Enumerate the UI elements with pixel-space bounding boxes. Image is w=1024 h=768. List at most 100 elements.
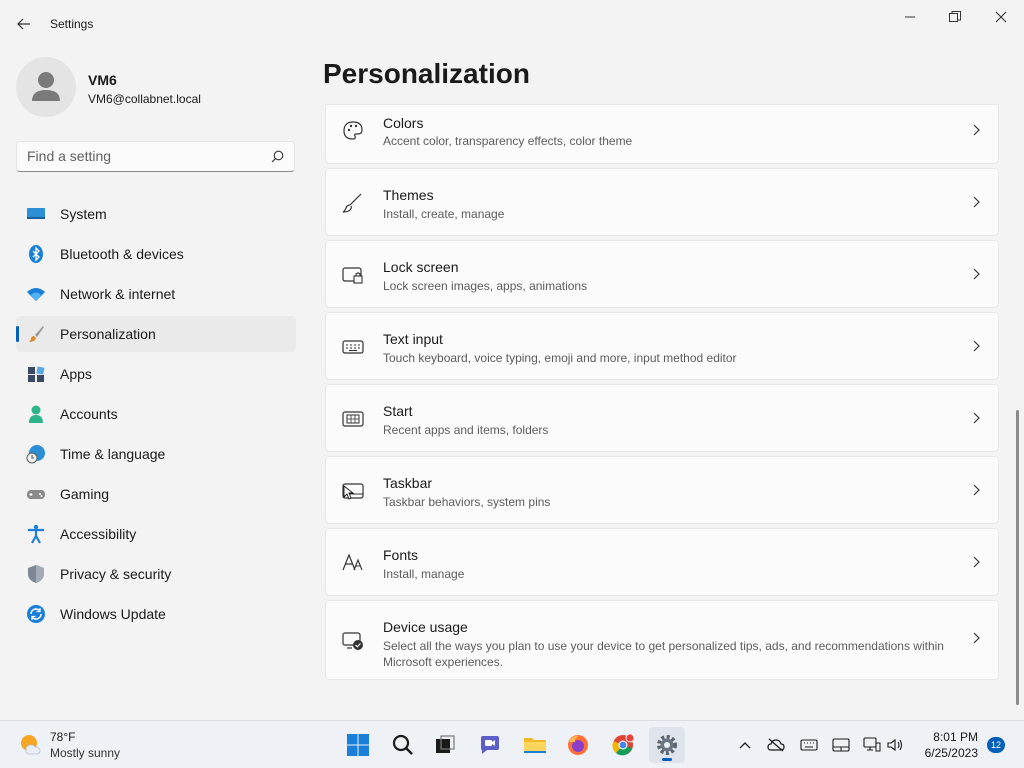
card-themes[interactable]: Themes Install, create, manage xyxy=(325,168,999,236)
taskbar-firefox-button[interactable] xyxy=(560,727,596,763)
sidebar-item-accounts[interactable]: Accounts xyxy=(16,396,296,432)
card-taskbar[interactable]: Taskbar Taskbar behaviors, system pins xyxy=(325,456,999,524)
sidebar-item-personalization[interactable]: Personalization xyxy=(16,316,296,352)
card-description: Accent color, transparency effects, colo… xyxy=(383,134,633,148)
chevron-right-icon xyxy=(973,124,980,136)
taskbar-start-button[interactable] xyxy=(340,727,376,763)
search-icon[interactable] xyxy=(271,150,284,163)
volume-icon xyxy=(887,738,903,752)
user-avatar-icon xyxy=(32,72,60,101)
card-description: Install, create, manage xyxy=(383,207,505,221)
search-box[interactable] xyxy=(16,141,295,172)
clock-time[interactable]: 8:01 PM xyxy=(930,730,978,744)
card-title: Fonts xyxy=(383,547,419,563)
update-icon xyxy=(27,605,45,623)
scrollbar-thumb[interactable] xyxy=(1016,410,1019,705)
back-button[interactable] xyxy=(10,10,38,38)
card-start[interactable]: Start Recent apps and items, folders xyxy=(325,384,999,452)
taskbar-task-view-button[interactable] xyxy=(427,727,463,763)
brush-icon xyxy=(342,193,362,213)
card-title: Colors xyxy=(383,115,424,131)
sidebar-item-label: Accessibility xyxy=(60,526,137,542)
start-menu-icon xyxy=(342,411,364,427)
close-button[interactable] xyxy=(978,4,1024,30)
weather-temperature[interactable]: 78°F xyxy=(50,730,75,744)
restore-button[interactable] xyxy=(932,4,978,30)
sidebar-item-system[interactable]: System xyxy=(16,196,296,232)
show-hidden-icons-button[interactable] xyxy=(735,735,755,755)
file-explorer-icon xyxy=(524,738,546,753)
sidebar-item-windows-update[interactable]: Windows Update xyxy=(16,596,296,632)
chevron-right-icon xyxy=(973,556,980,568)
brush-icon xyxy=(29,326,44,342)
sidebar-item-label: Windows Update xyxy=(60,606,166,622)
avatar[interactable] xyxy=(16,57,76,117)
notification-badge[interactable]: 12 xyxy=(987,737,1005,753)
settings-gear-icon xyxy=(657,735,677,755)
keyboard-icon xyxy=(342,340,364,354)
page-title: Personalization xyxy=(323,58,530,89)
taskbar-search-button[interactable] xyxy=(385,727,421,763)
taskbar-chat-button[interactable] xyxy=(472,727,508,763)
sidebar-item-label: Time & language xyxy=(60,446,166,462)
apps-icon xyxy=(28,366,45,382)
chevron-up-icon xyxy=(739,742,751,749)
shield-icon xyxy=(28,565,44,583)
card-device-usage[interactable]: Device usage Select all the ways you pla… xyxy=(325,600,999,680)
sidebar-item-time-language[interactable]: Time & language xyxy=(16,436,296,472)
bluetooth-icon xyxy=(29,245,43,263)
cloud-offline-icon xyxy=(767,738,785,752)
sidebar-item-label: Gaming xyxy=(60,486,110,502)
taskbar-settings-button[interactable] xyxy=(649,727,685,763)
keyboard-icon xyxy=(800,739,818,751)
tray-network[interactable] xyxy=(862,735,882,755)
card-title: Lock screen xyxy=(383,259,459,275)
chevron-right-icon xyxy=(973,632,980,644)
tray-volume[interactable] xyxy=(886,735,906,755)
fonts-icon xyxy=(342,553,363,571)
sidebar-item-privacy[interactable]: Privacy & security xyxy=(16,556,296,592)
search-input[interactable] xyxy=(27,148,267,164)
close-icon xyxy=(995,11,1007,23)
sidebar-item-apps[interactable]: Apps xyxy=(16,356,296,392)
minimize-icon xyxy=(905,16,915,18)
weather-description[interactable]: Mostly sunny xyxy=(50,746,120,760)
sidebar-item-label: Apps xyxy=(60,366,92,382)
card-title: Text input xyxy=(383,331,443,347)
tray-touch-keyboard[interactable] xyxy=(799,735,819,755)
clock-date[interactable]: 6/25/2023 xyxy=(918,746,978,760)
tray-onedrive-offline[interactable] xyxy=(766,735,786,755)
sidebar-item-label: System xyxy=(60,206,107,222)
sidebar-item-label: Personalization xyxy=(60,326,156,342)
sidebar-item-network[interactable]: Network & internet xyxy=(16,276,296,312)
search-icon xyxy=(392,734,413,755)
chevron-right-icon xyxy=(973,268,980,280)
firefox-icon xyxy=(568,735,588,755)
tray-touchpad[interactable] xyxy=(831,735,851,755)
sidebar-item-accessibility[interactable]: Accessibility xyxy=(16,516,296,552)
accessibility-icon xyxy=(28,524,44,544)
lock-screen-icon xyxy=(342,267,363,284)
sidebar-item-bluetooth[interactable]: Bluetooth & devices xyxy=(16,236,296,272)
wifi-icon xyxy=(27,288,45,301)
chevron-right-icon xyxy=(973,484,980,496)
card-text-input[interactable]: Text input Touch keyboard, voice typing,… xyxy=(325,312,999,380)
sidebar-item-gaming[interactable]: Gaming xyxy=(16,476,296,512)
globe-clock-icon xyxy=(26,445,45,464)
taskbar-chrome-button[interactable] xyxy=(605,727,641,763)
card-title: Device usage xyxy=(383,619,468,635)
sidebar-item-label: Accounts xyxy=(60,406,118,422)
user-name: VM6 xyxy=(88,72,117,88)
card-fonts[interactable]: Fonts Install, manage xyxy=(325,528,999,596)
minimize-button[interactable] xyxy=(887,4,933,30)
back-arrow-icon xyxy=(17,18,30,30)
taskbar-file-explorer-button[interactable] xyxy=(517,727,553,763)
weather-sunny-icon[interactable] xyxy=(18,732,44,758)
card-lock-screen[interactable]: Lock screen Lock screen images, apps, an… xyxy=(325,240,999,308)
accounts-icon xyxy=(29,405,43,423)
sidebar-item-label: Network & internet xyxy=(60,286,176,302)
card-title: Themes xyxy=(383,187,434,203)
device-usage-icon xyxy=(342,632,363,650)
sidebar-item-label: Bluetooth & devices xyxy=(60,246,184,262)
card-colors[interactable]: Colors Accent color, transparency effect… xyxy=(325,104,999,164)
